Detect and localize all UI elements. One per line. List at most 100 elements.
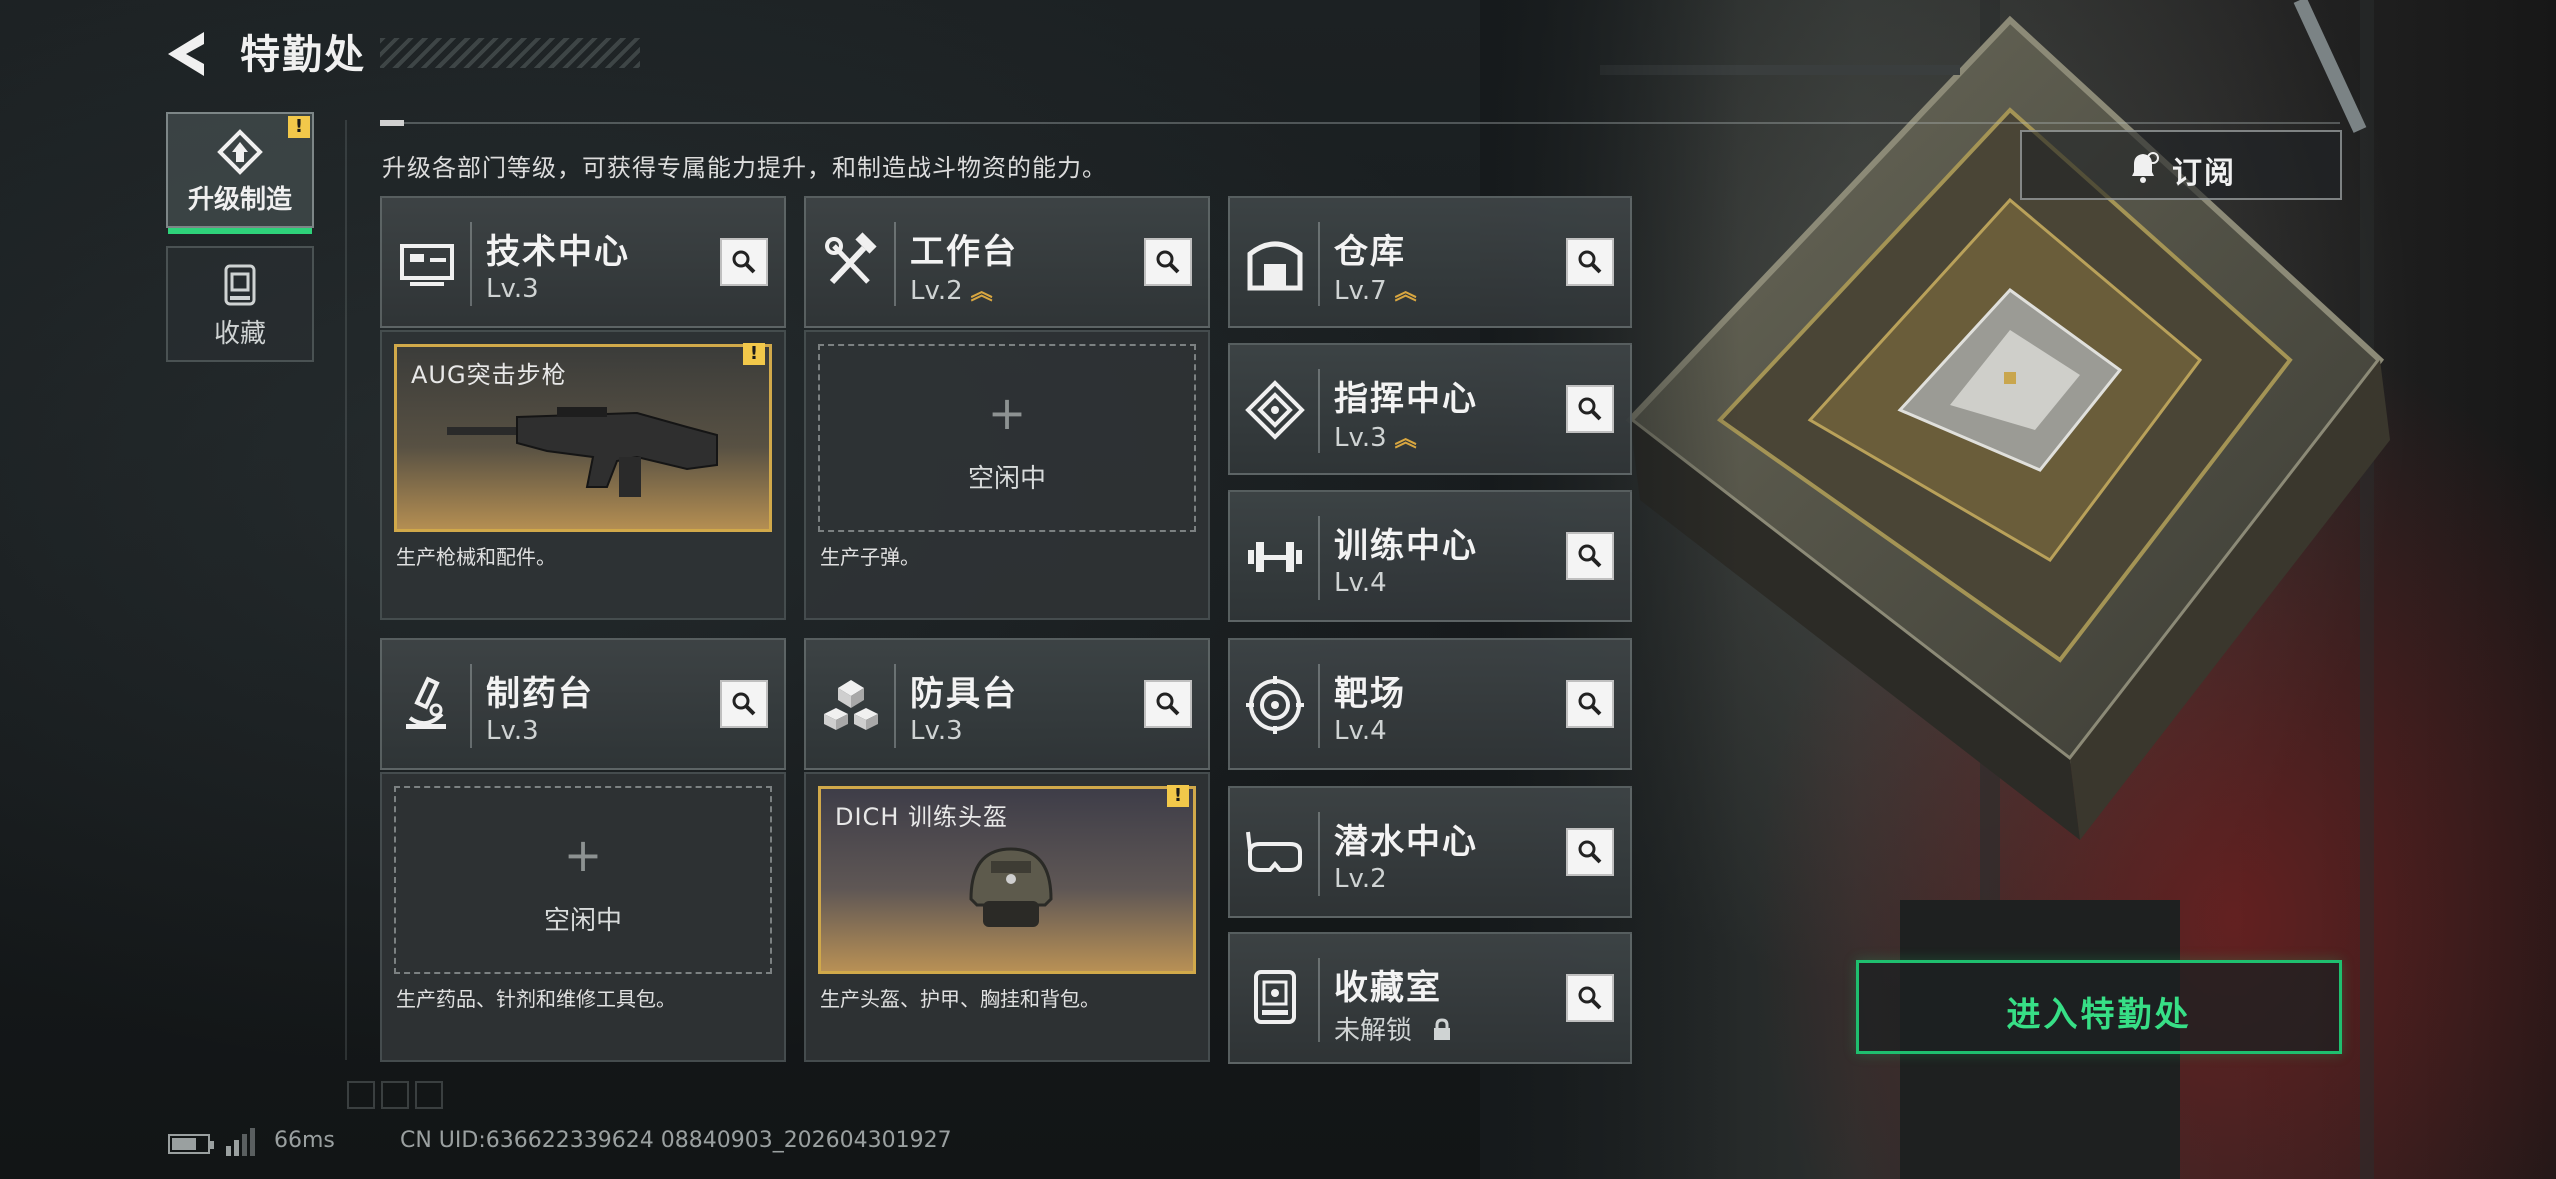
battery-icon — [168, 1134, 214, 1154]
item-warning-badge: ! — [1167, 785, 1189, 807]
dept-card-armor-bench[interactable]: 防具台 Lv.3 — [804, 638, 1210, 770]
dept-name: 指挥中心 — [1334, 379, 1478, 419]
upgrade-available-icon: ︽ — [1394, 427, 1417, 452]
dept-separator — [470, 222, 472, 306]
production-slot-aug-rifle[interactable]: AUG突击步枪 ! — [394, 343, 772, 532]
tech-center-icon — [400, 244, 454, 286]
page-title: 特勤处 — [240, 32, 366, 78]
dumbbell-icon — [1248, 542, 1302, 572]
warehouse-icon — [1247, 241, 1303, 291]
production-description: 生产枪械和配件。 — [396, 545, 556, 569]
search-button[interactable] — [1566, 238, 1614, 286]
dept-name: 仓库 — [1334, 232, 1406, 272]
aug-rifle-icon — [447, 407, 718, 497]
title-decoration — [380, 38, 640, 68]
dept-card-storage[interactable]: 仓库 Lv.7 ︽ — [1228, 196, 1632, 328]
subscribe-button[interactable]: 订阅 — [2020, 130, 2342, 200]
dept-level: 未解锁 — [1334, 1010, 1452, 1047]
search-button[interactable] — [1566, 974, 1614, 1022]
item-name: AUG突击步枪 — [411, 361, 567, 389]
tab-upgrade-craft[interactable]: 升级制造 ! — [166, 112, 314, 234]
dept-separator — [894, 664, 896, 748]
back-arrow-icon — [168, 32, 204, 76]
dept-name: 潜水中心 — [1334, 822, 1478, 862]
item-warning-badge: ! — [743, 343, 765, 365]
dept-separator — [1318, 369, 1320, 453]
production-panel-pharmacy: + 空闲中 生产药品、针剂和维修工具包。 — [380, 772, 786, 1062]
production-slot-dich-helmet[interactable]: DICH 训练头盔 ! — [818, 785, 1196, 974]
tab-collection-label: 收藏 — [213, 319, 266, 349]
search-button[interactable] — [1566, 385, 1614, 433]
search-icon — [1578, 692, 1602, 716]
content-guide-line — [345, 120, 347, 1060]
collection-icon — [224, 264, 256, 306]
dept-level: Lv.3 — [910, 716, 963, 746]
header-divider-accent — [380, 120, 404, 126]
dept-card-tech-center[interactable]: 技术中心 Lv.3 — [380, 196, 786, 328]
production-description: 生产药品、针剂和维修工具包。 — [396, 987, 676, 1011]
dept-level: Lv.2 ︽ — [910, 276, 993, 306]
dept-card-collection-room[interactable]: 收藏室 未解锁 — [1228, 932, 1632, 1064]
dept-name: 训练中心 — [1334, 526, 1478, 566]
enter-special-ops-button[interactable]: 进入特勤处 — [1856, 960, 2342, 1054]
dept-level: Lv.2 — [1334, 864, 1387, 894]
upgrade-available-icon: ︽ — [1394, 280, 1417, 305]
search-icon — [1156, 250, 1180, 274]
search-button[interactable] — [1144, 238, 1192, 286]
dept-card-training-center[interactable]: 训练中心 Lv.4 — [1228, 490, 1632, 622]
item-name: DICH 训练头盔 — [835, 803, 1008, 831]
production-panel-tech-center: AUG突击步枪 ! 生产枪械和配件。 — [380, 330, 786, 620]
search-button[interactable] — [1566, 828, 1614, 876]
dept-card-diving-center[interactable]: 潜水中心 Lv.2 — [1228, 786, 1632, 918]
search-button[interactable] — [720, 238, 768, 286]
lock-icon — [1434, 1018, 1451, 1040]
search-icon — [1578, 250, 1602, 274]
dept-separator — [1318, 516, 1320, 600]
dept-separator — [1318, 812, 1320, 896]
dept-separator — [1318, 222, 1320, 306]
dept-level: Lv.3 — [486, 716, 539, 746]
dept-level: Lv.4 — [1334, 716, 1387, 746]
bell-icon — [2132, 152, 2159, 183]
search-icon — [1578, 397, 1602, 421]
command-center-icon — [1245, 380, 1305, 440]
search-button[interactable] — [1566, 532, 1614, 580]
upgrade-craft-icon — [217, 129, 263, 175]
microscope-icon — [406, 676, 446, 729]
dept-separator — [1318, 664, 1320, 748]
user-uid: CN UID:636622339624 08840903_20260430192… — [400, 1128, 952, 1153]
subscribe-label: 订阅 — [2172, 156, 2236, 191]
search-button[interactable] — [1566, 680, 1614, 728]
production-slot-empty[interactable]: + 空闲中 — [818, 344, 1196, 532]
dept-card-workbench[interactable]: 工作台 Lv.2 ︽ — [804, 196, 1210, 328]
dept-separator — [894, 222, 896, 306]
ping-readout: 66ms — [274, 1128, 335, 1153]
decorative-corner-marks — [347, 1081, 443, 1109]
back-button[interactable] — [160, 26, 216, 82]
tab-warning-badge: ! — [288, 116, 310, 138]
search-button[interactable] — [1144, 680, 1192, 728]
production-panel-workbench: + 空闲中 生产子弹。 — [804, 330, 1210, 620]
search-icon — [1156, 692, 1180, 716]
active-tab-indicator — [168, 228, 312, 234]
tab-collection[interactable]: 收藏 — [166, 246, 314, 362]
add-icon: + — [987, 386, 1027, 440]
search-icon — [1578, 986, 1602, 1010]
production-panel-armor-bench: DICH 训练头盔 ! 生产头盔、护甲、胸挂和背包。 — [804, 772, 1210, 1062]
dept-card-command-center[interactable]: 指挥中心 Lv.3 ︽ — [1228, 343, 1632, 475]
idle-label: 空闲中 — [967, 464, 1046, 494]
dept-card-shooting-range[interactable]: 靶场 Lv.4 — [1228, 638, 1632, 770]
dept-card-pharmacy[interactable]: 制药台 Lv.3 — [380, 638, 786, 770]
search-icon — [732, 250, 756, 274]
helmet-icon — [969, 847, 1053, 927]
search-button[interactable] — [720, 680, 768, 728]
search-icon — [1578, 544, 1602, 568]
enter-special-ops-label: 进入特勤处 — [2006, 995, 2192, 1035]
cubes-icon — [824, 680, 878, 730]
idle-label: 空闲中 — [543, 906, 622, 936]
dept-name: 收藏室 — [1334, 968, 1442, 1008]
search-icon — [1578, 840, 1602, 864]
diving-mask-icon — [1246, 831, 1302, 872]
production-slot-empty[interactable]: + 空闲中 — [394, 786, 772, 974]
add-icon: + — [563, 828, 603, 882]
